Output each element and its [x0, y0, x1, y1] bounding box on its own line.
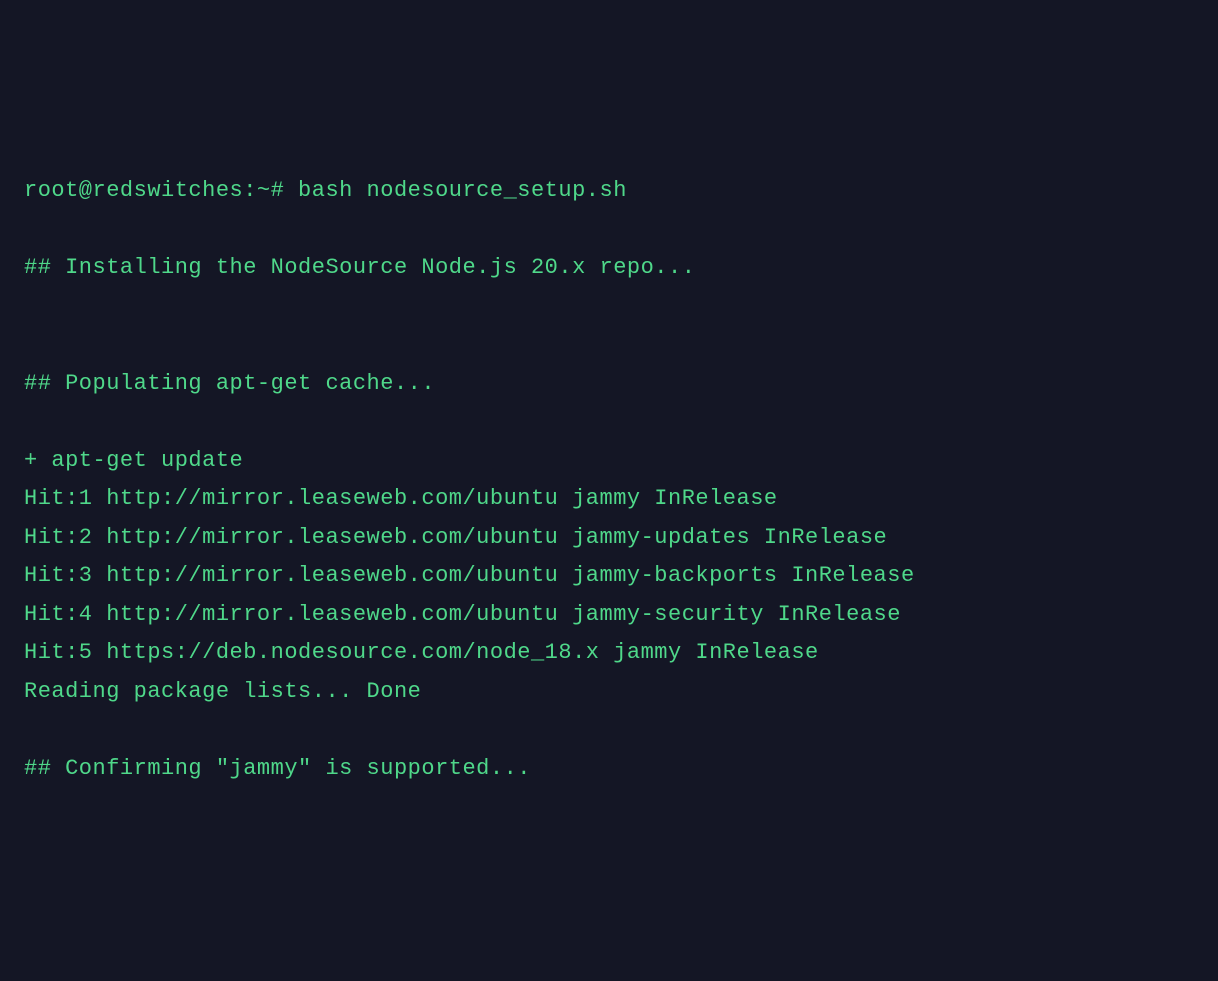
terminal-line: ## Confirming "jammy" is supported...	[24, 750, 1194, 789]
terminal-line: Reading package lists... Done	[24, 673, 1194, 712]
terminal-line	[24, 403, 1194, 442]
terminal-line: root@redswitches:~# bash nodesource_setu…	[24, 172, 1194, 211]
terminal-line: + apt-get update	[24, 442, 1194, 481]
terminal-output[interactable]: root@redswitches:~# bash nodesource_setu…	[24, 172, 1194, 788]
terminal-line	[24, 211, 1194, 250]
terminal-line: Hit:5 https://deb.nodesource.com/node_18…	[24, 634, 1194, 673]
terminal-line	[24, 326, 1194, 365]
terminal-line	[24, 711, 1194, 750]
terminal-line: Hit:1 http://mirror.leaseweb.com/ubuntu …	[24, 480, 1194, 519]
terminal-line: Hit:4 http://mirror.leaseweb.com/ubuntu …	[24, 596, 1194, 635]
terminal-line: ## Installing the NodeSource Node.js 20.…	[24, 249, 1194, 288]
terminal-line: Hit:2 http://mirror.leaseweb.com/ubuntu …	[24, 519, 1194, 558]
terminal-line	[24, 288, 1194, 327]
terminal-line: ## Populating apt-get cache...	[24, 365, 1194, 404]
terminal-line: Hit:3 http://mirror.leaseweb.com/ubuntu …	[24, 557, 1194, 596]
